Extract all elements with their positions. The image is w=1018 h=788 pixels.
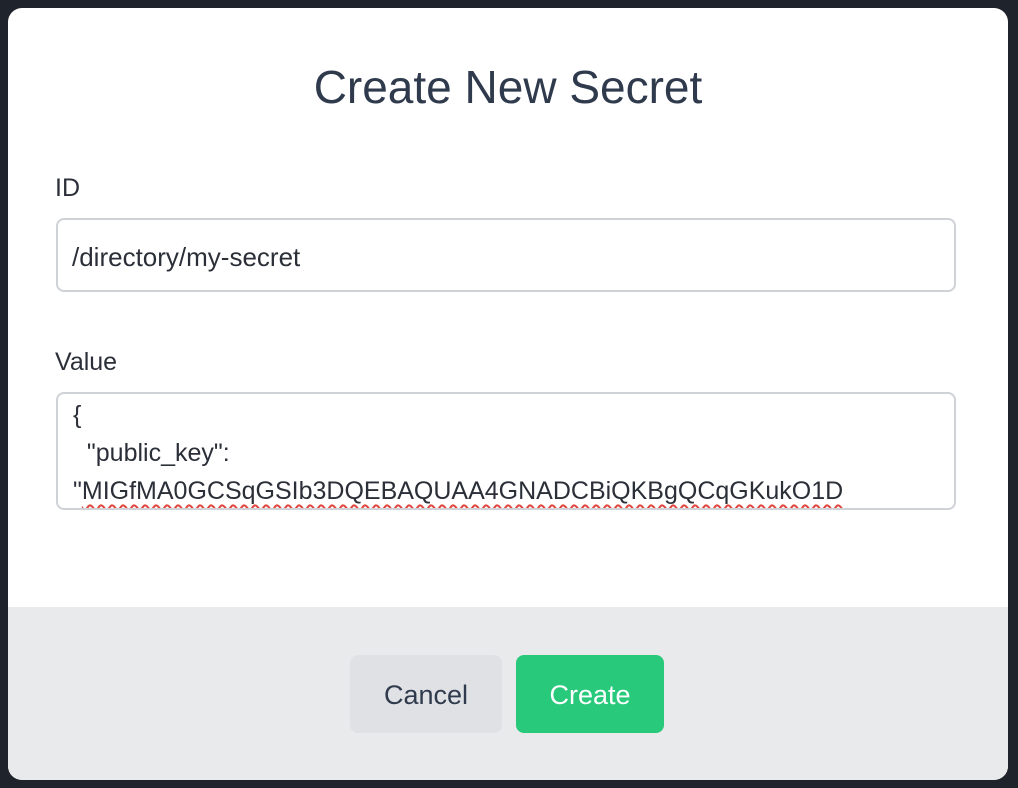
create-button[interactable]: Create <box>516 655 664 733</box>
create-secret-dialog: Create New Secret ID /directory/my-secre… <box>8 8 1008 780</box>
value-line-3: "MIGfMA0GCSqGSIb3DQEBAQUAA4GNADCBiQKBgQC… <box>73 472 940 508</box>
id-label: ID <box>55 174 80 202</box>
misspelled-token: MIGfMA0GCSqGSIb3DQEBAQUAA4GNADCBiQKBgQCq… <box>81 477 844 505</box>
cancel-button[interactable]: Cancel <box>350 655 502 733</box>
id-input[interactable]: /directory/my-secret <box>56 218 956 292</box>
dialog-footer: Cancel Create <box>8 607 1008 780</box>
dialog-title: Create New Secret <box>313 61 703 113</box>
value-line-1: { <box>73 401 82 429</box>
value-label: Value <box>55 348 118 376</box>
value-line-2: "public_key": <box>73 439 230 467</box>
value-textarea[interactable]: { "public_key": "MIGfMA0GCSqGSIb3DQEBAQU… <box>56 392 956 510</box>
value-line-3-quote: " <box>73 477 82 505</box>
